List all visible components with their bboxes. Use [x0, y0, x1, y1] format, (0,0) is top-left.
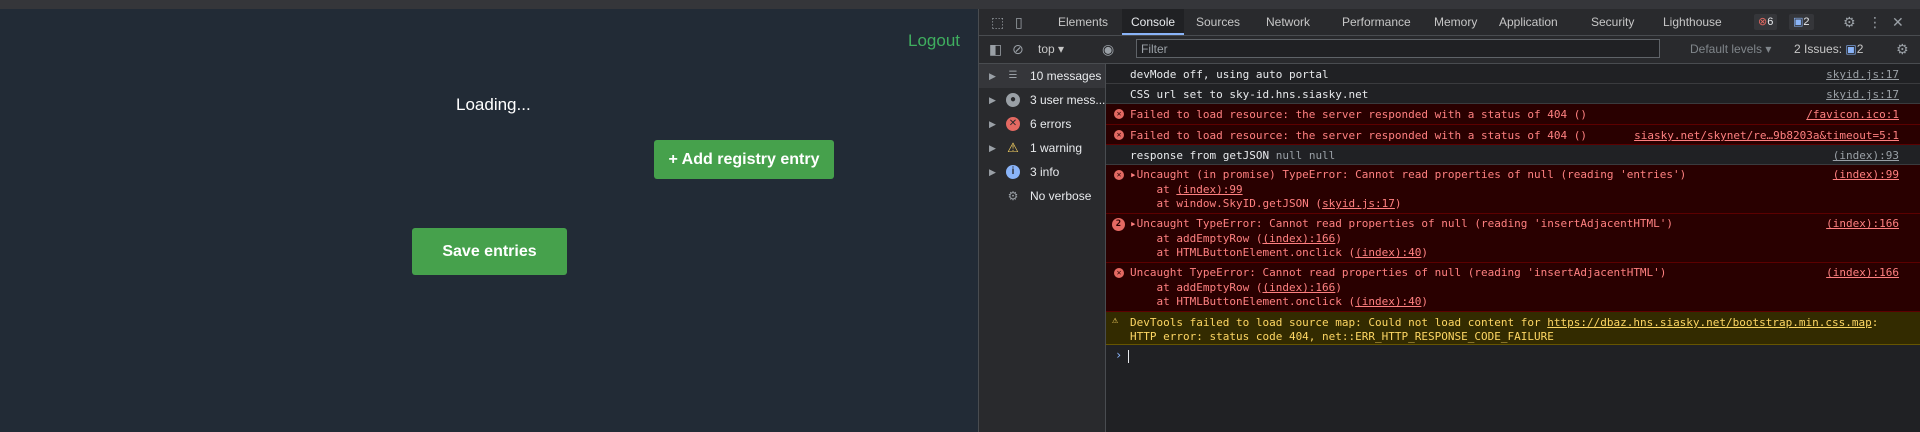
tab-sources[interactable]: Sources — [1187, 9, 1249, 35]
clear-console-icon[interactable]: ⊘ — [1012, 36, 1024, 63]
context-selector[interactable]: top ▾ — [1038, 36, 1064, 63]
error-icon: ✕ — [1114, 170, 1124, 180]
error-icon: ✕ — [1006, 117, 1020, 131]
expand-arrow-icon: ▶ — [989, 143, 996, 153]
error-icon: ✕ — [1114, 130, 1124, 140]
error-count-badge[interactable]: ⊗6 — [1754, 14, 1778, 30]
console-sidebar: ▶ ☰ 10 messages ▶ ● 3 user mess... ▶ ✕ 6… — [979, 64, 1106, 432]
console-messages: devMode off, using auto portal skyid.js:… — [1106, 64, 1920, 432]
tab-lighthouse[interactable]: Lighthouse — [1654, 9, 1731, 35]
repeat-count-badge: 2 — [1112, 218, 1125, 231]
message-source-link[interactable]: siasky.net/skynet/re…9b8203a&timeout=5:1 — [1634, 129, 1899, 142]
message-source-link[interactable]: skyid.js:17 — [1826, 68, 1899, 81]
device-toolbar-icon[interactable]: ▯ — [1015, 9, 1023, 35]
info-icon: i — [1006, 165, 1020, 179]
browser-top-strip — [0, 0, 1920, 9]
message-source-link[interactable]: (index):166 — [1826, 217, 1899, 230]
issue-icon: ▣ — [1845, 42, 1857, 56]
gear-icon: ⚙ — [1007, 189, 1019, 203]
console-prompt[interactable]: › — [1106, 345, 1920, 367]
expand-arrow-icon: ▶ — [989, 71, 996, 81]
message-source-link[interactable]: /favicon.ico:1 — [1806, 108, 1899, 121]
tab-network[interactable]: Network — [1257, 9, 1319, 35]
more-options-icon[interactable]: ⋮ — [1868, 9, 1882, 35]
tab-memory[interactable]: Memory — [1425, 9, 1486, 35]
tab-security[interactable]: Security — [1582, 9, 1643, 35]
console-error: ✕ Failed to load resource: the server re… — [1106, 125, 1920, 145]
expand-arrow-icon: ▶ — [989, 167, 996, 177]
sidebar-item-warnings[interactable]: ▶ ⚠ 1 warning — [979, 136, 1105, 160]
console-message: devMode off, using auto portal skyid.js:… — [1106, 64, 1920, 84]
message-icon: ▣ — [1793, 16, 1804, 28]
console-message: response from getJSON null null (index):… — [1106, 145, 1920, 165]
settings-gear-icon[interactable]: ⚙ — [1843, 9, 1856, 35]
console-warning: ⚠ DevTools failed to load source map: Co… — [1106, 312, 1920, 345]
add-registry-entry-button[interactable]: + Add registry entry — [654, 140, 834, 179]
sidebar-item-verbose[interactable]: ⚙ No verbose — [979, 184, 1105, 208]
error-icon: ✕ — [1114, 109, 1124, 119]
logout-link[interactable]: Logout — [908, 31, 960, 51]
issues-button[interactable]: 2 Issues: ▣2 — [1794, 36, 1863, 63]
tab-console[interactable]: Console — [1122, 9, 1185, 35]
log-levels-dropdown[interactable]: Default levels ▾ — [1690, 36, 1771, 63]
console-error[interactable]: ✕ ▸Uncaught (in promise) TypeError: Cann… — [1106, 165, 1920, 214]
prompt-chevron-icon: › — [1115, 348, 1123, 362]
message-source-link[interactable]: (index):93 — [1833, 149, 1899, 162]
tab-elements[interactable]: Elements — [1049, 9, 1117, 35]
console-error: ✕ Failed to load resource: the server re… — [1106, 104, 1920, 125]
console-toolbar: ◧ ⊘ top ▾ ◉ Filter Default levels ▾ 2 Is… — [979, 36, 1920, 64]
warning-icon: ⚠ — [1007, 140, 1019, 155]
devtools-tabbar: ⬚ ▯ Elements Console Sources Network Per… — [979, 9, 1920, 36]
console-settings-gear-icon[interactable]: ⚙ — [1896, 36, 1909, 63]
console-error[interactable]: ✕ Uncaught TypeError: Cannot read proper… — [1106, 263, 1920, 312]
error-icon: ⊗ — [1758, 16, 1768, 28]
sidebar-item-user-messages[interactable]: ▶ ● 3 user mess... — [979, 88, 1105, 112]
tab-application[interactable]: Application — [1490, 9, 1567, 35]
error-icon: ✕ — [1114, 268, 1124, 278]
message-source-link[interactable]: skyid.js:17 — [1826, 88, 1899, 101]
filter-input[interactable]: Filter — [1136, 39, 1660, 58]
message-source-link[interactable]: (index):99 — [1833, 168, 1899, 181]
message-source-link[interactable]: (index):166 — [1826, 266, 1899, 279]
warning-icon: ⚠ — [1112, 315, 1119, 326]
sidebar-item-errors[interactable]: ▶ ✕ 6 errors — [979, 112, 1105, 136]
sidebar-item-messages[interactable]: ▶ ☰ 10 messages — [979, 64, 1105, 88]
sidebar-item-info[interactable]: ▶ i 3 info — [979, 160, 1105, 184]
loading-text: Loading... — [456, 95, 531, 114]
console-error[interactable]: 2 ▸Uncaught TypeError: Cannot read prope… — [1106, 214, 1920, 263]
inspect-element-icon[interactable]: ⬚ — [991, 9, 1004, 35]
message-count-badge[interactable]: ▣2 — [1789, 14, 1814, 30]
close-devtools-icon[interactable]: ✕ — [1892, 9, 1904, 35]
input-caret — [1128, 350, 1129, 363]
expand-arrow-icon: ▶ — [989, 119, 996, 129]
expand-arrow-icon: ▶ — [989, 95, 996, 105]
sidebar-toggle-icon[interactable]: ◧ — [989, 36, 1002, 63]
console-message: CSS url set to sky-id.hns.siasky.net sky… — [1106, 84, 1920, 104]
live-expression-eye-icon[interactable]: ◉ — [1102, 36, 1114, 63]
list-icon: ☰ — [1008, 70, 1018, 81]
save-entries-button[interactable]: Save entries — [412, 228, 567, 275]
tab-performance[interactable]: Performance — [1333, 9, 1420, 35]
app-page: Logout Loading... + Add registry entry S… — [0, 9, 978, 432]
devtools-panel: ⬚ ▯ Elements Console Sources Network Per… — [978, 9, 1920, 432]
user-icon: ● — [1006, 93, 1020, 107]
